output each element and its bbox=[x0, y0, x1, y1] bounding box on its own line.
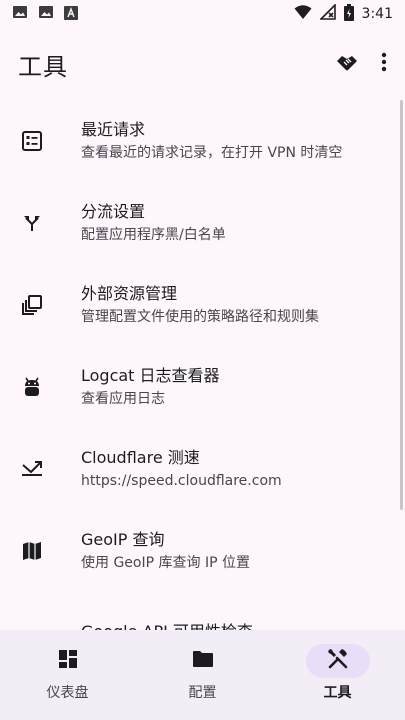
android-icon bbox=[20, 375, 44, 399]
request-list-icon bbox=[20, 129, 44, 153]
app-bar: 工具 bbox=[0, 28, 405, 100]
status-time: 3:41 bbox=[361, 6, 393, 22]
image-icon bbox=[12, 4, 28, 24]
nav-label: 仪表盘 bbox=[46, 685, 89, 701]
text-app-icon bbox=[64, 5, 78, 24]
item-title: GeoIP 查询 bbox=[81, 530, 165, 549]
item-subtitle: 查看应用日志 bbox=[81, 391, 165, 407]
item-subtitle: 使用 GeoIP 库查询 IP 位置 bbox=[81, 555, 250, 571]
item-subtitle: 配置应用程序黑/白名单 bbox=[81, 227, 226, 243]
nav-item-profiles[interactable]: 配置 bbox=[135, 630, 270, 720]
api-icon bbox=[20, 621, 44, 630]
folder-icon bbox=[192, 650, 214, 672]
image-icon bbox=[38, 4, 54, 24]
more-vert-icon[interactable] bbox=[381, 52, 387, 76]
nav-label: 配置 bbox=[188, 685, 217, 701]
list-item-external-resources[interactable]: 外部资源管理 管理配置文件使用的策略路径和规则集 bbox=[0, 264, 405, 346]
item-title: 外部资源管理 bbox=[81, 284, 178, 303]
page-title: 工具 bbox=[18, 52, 68, 81]
list-item-recent-requests[interactable]: 最近请求 查看最近的请求记录，在打开 VPN 时清空 bbox=[0, 100, 405, 182]
item-subtitle: https://speed.cloudflare.com bbox=[81, 473, 282, 489]
list-item-logcat[interactable]: Logcat 日志查看器 查看应用日志 bbox=[0, 346, 405, 428]
nav-item-tools[interactable]: 工具 bbox=[270, 630, 405, 720]
item-title: Google API 可用性检查 bbox=[81, 621, 253, 630]
list-item-google-api-check[interactable]: Google API 可用性检查 bbox=[0, 592, 405, 630]
no-signal-icon bbox=[318, 3, 336, 24]
status-bar: 3:41 bbox=[0, 0, 405, 28]
list-item-geoip[interactable]: GeoIP 查询 使用 GeoIP 库查询 IP 位置 bbox=[0, 510, 405, 592]
library-icon bbox=[20, 293, 44, 317]
item-title: 最近请求 bbox=[81, 120, 146, 139]
map-icon bbox=[20, 539, 44, 563]
dashboard-icon bbox=[58, 649, 78, 673]
tools-list: 最近请求 查看最近的请求记录，在打开 VPN 时清空 分流设置 配置应用程序黑/… bbox=[0, 100, 405, 630]
item-subtitle: 管理配置文件使用的策略路径和规则集 bbox=[81, 309, 319, 325]
item-subtitle: 查看最近的请求记录，在打开 VPN 时清空 bbox=[81, 145, 343, 161]
speed-icon bbox=[20, 457, 44, 481]
nav-item-dashboard[interactable]: 仪表盘 bbox=[0, 630, 135, 720]
scrollbar[interactable] bbox=[400, 100, 403, 510]
list-item-cloudflare-speedtest[interactable]: Cloudflare 测速 https://speed.cloudflare.c… bbox=[0, 428, 405, 510]
list-item-split-settings[interactable]: 分流设置 配置应用程序黑/白名单 bbox=[0, 182, 405, 264]
item-title: 分流设置 bbox=[81, 202, 146, 221]
item-title: Cloudflare 测速 bbox=[81, 448, 200, 467]
item-title: Logcat 日志查看器 bbox=[81, 366, 220, 385]
tools-icon bbox=[327, 648, 349, 674]
handshake-icon[interactable] bbox=[335, 50, 359, 78]
nav-label: 工具 bbox=[323, 685, 352, 701]
bottom-nav: 仪表盘 配置 工具 bbox=[0, 630, 405, 720]
split-arrows-icon bbox=[20, 211, 44, 235]
battery-icon bbox=[343, 3, 354, 25]
wifi-icon bbox=[294, 4, 312, 24]
